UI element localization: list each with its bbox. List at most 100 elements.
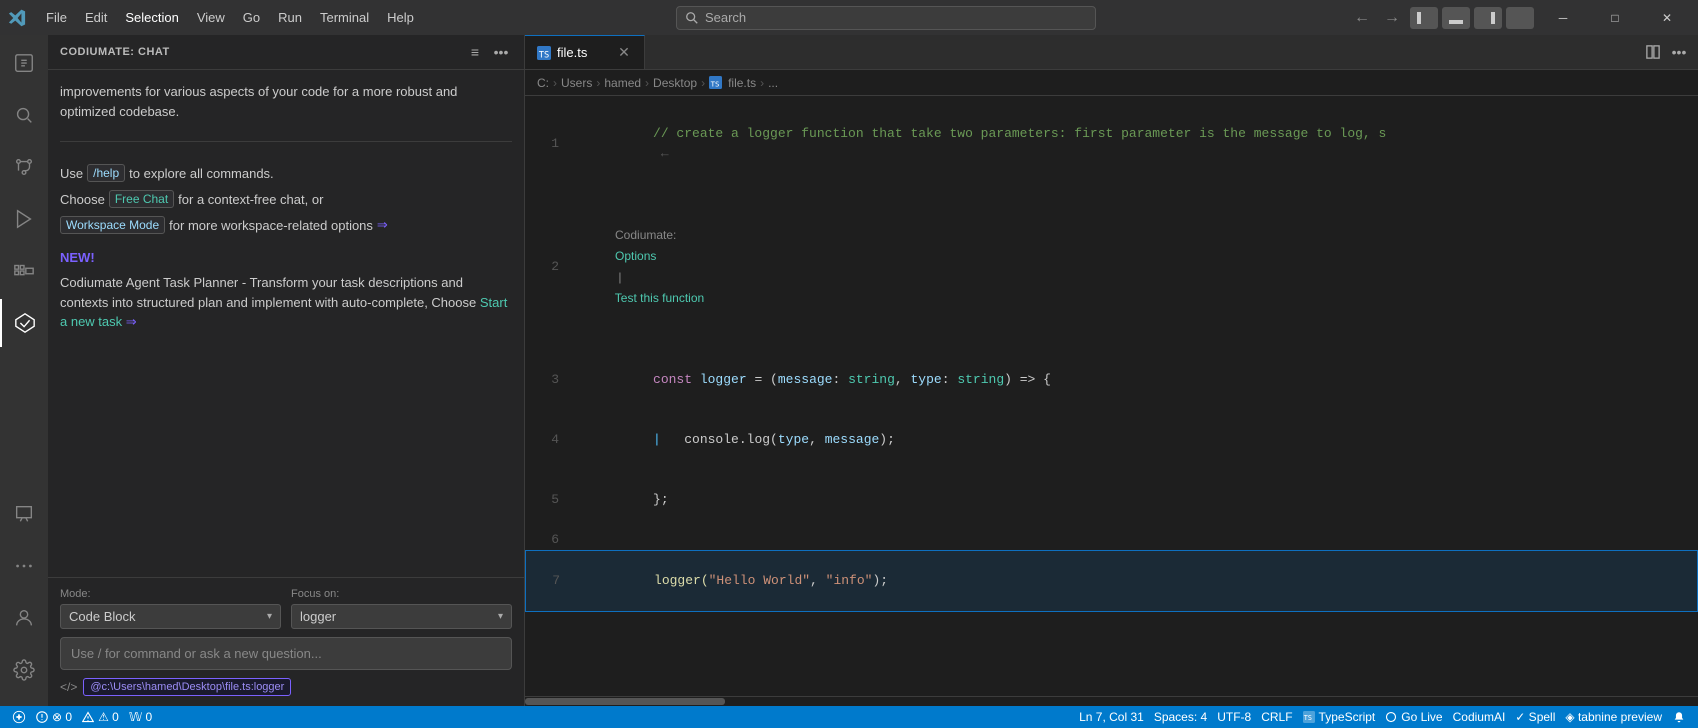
choose-text: Choose — [60, 192, 105, 207]
activity-search[interactable] — [0, 91, 48, 139]
line-num-2: 2 — [525, 257, 575, 277]
focus-label: Focus on: — [291, 588, 512, 600]
breadcrumb-c[interactable]: C: — [537, 76, 549, 90]
status-go-live[interactable]: Go Live — [1381, 706, 1446, 728]
activity-run[interactable] — [0, 195, 48, 243]
breadcrumb-users[interactable]: Users — [561, 76, 592, 90]
chat-help-section: Use /help to explore all commands. Choos… — [60, 164, 512, 332]
editor-tabs: TS file.ts ✕ ••• — [525, 35, 1698, 70]
go-live-icon — [1385, 711, 1397, 723]
status-codium-ai[interactable]: CodiumAI — [1449, 706, 1510, 728]
help-command-badge: /help — [87, 164, 125, 182]
remote-icon — [12, 710, 26, 724]
svg-text:TS: TS — [1303, 714, 1311, 722]
mode-dropdown[interactable]: Code Block ▾ — [60, 604, 281, 629]
breadcrumb-filename[interactable]: file.ts — [728, 76, 756, 90]
spaces-text: Spaces: 4 — [1154, 710, 1207, 724]
focus-dropdown[interactable]: logger ▾ — [291, 604, 512, 629]
layout-split-btn[interactable] — [1506, 7, 1534, 29]
workspace-mode-badge[interactable]: Workspace Mode — [60, 216, 165, 234]
layout-right-sidebar-btn[interactable] — [1474, 7, 1502, 29]
editor-tab-file-ts[interactable]: TS file.ts ✕ — [525, 35, 645, 69]
mode-dropdown-arrow: ▾ — [267, 611, 272, 622]
status-bar-left: ⊗ 0 ⚠ 0 𝕎 0 — [8, 706, 156, 728]
menu-edit[interactable]: Edit — [77, 6, 115, 29]
close-button[interactable]: ✕ — [1644, 0, 1690, 35]
code-line-5: 5 }; — [525, 470, 1698, 530]
breadcrumb-hamed[interactable]: hamed — [604, 76, 641, 90]
line-content-5: }; — [575, 470, 1698, 530]
breadcrumb-path-tag[interactable]: @c:\Users\hamed\Desktop\file.ts:logger — [83, 678, 291, 696]
codium-ai-text: CodiumAI — [1453, 710, 1506, 724]
line-num-4: 4 — [525, 430, 575, 450]
status-spell[interactable]: ✓ Spell — [1511, 706, 1559, 728]
code-area[interactable]: 1 // create a logger function that take … — [525, 96, 1698, 696]
breadcrumb-file-icon: TS — [709, 76, 722, 89]
status-warnings[interactable]: ⚠ 0 — [78, 706, 123, 728]
codiumate-options-link[interactable]: Options — [615, 249, 656, 263]
activity-explorer[interactable] — [0, 39, 48, 87]
minimize-button[interactable]: ─ — [1540, 0, 1586, 35]
chat-intro-message: improvements for various aspects of your… — [60, 82, 512, 127]
code-line-2: 2 Codiumate: Options | Test this functio… — [525, 184, 1698, 350]
svg-text:TS: TS — [711, 80, 720, 89]
codiumate-options-text: Codiumate: — [615, 228, 680, 242]
status-language[interactable]: TS TypeScript — [1299, 706, 1380, 728]
menu-file[interactable]: File — [38, 6, 75, 29]
chat-input-placeholder: Use / for command or ask a new question.… — [71, 646, 322, 661]
sidebar-menu-btn[interactable]: ≡ — [464, 41, 486, 63]
chat-input[interactable]: Use / for command or ask a new question.… — [60, 637, 512, 670]
status-errors[interactable]: ⊗ 0 — [32, 706, 76, 728]
status-remote[interactable] — [8, 706, 30, 728]
horizontal-scrollbar[interactable] — [525, 696, 1698, 706]
language-text: TypeScript — [1319, 710, 1376, 724]
status-notifications[interactable] — [1668, 706, 1690, 728]
nav-forward-button[interactable]: → — [1380, 9, 1404, 27]
split-editor-btn[interactable] — [1642, 41, 1664, 63]
menu-help[interactable]: Help — [379, 6, 422, 29]
activity-extensions[interactable] — [0, 247, 48, 295]
title-bar-center: Search — [430, 6, 1342, 30]
status-position[interactable]: Ln 7, Col 31 — [1075, 706, 1148, 728]
title-bar-right: ← → ─ □ ✕ — [1350, 0, 1690, 35]
menu-selection[interactable]: Selection — [117, 6, 186, 29]
codiumate-test-link[interactable]: Test this function — [615, 291, 704, 305]
menu-go[interactable]: Go — [235, 6, 268, 29]
line-num-3: 3 — [525, 370, 575, 390]
menu-view[interactable]: View — [189, 6, 233, 29]
menu-terminal[interactable]: Terminal — [312, 6, 377, 29]
error-icon — [36, 711, 48, 723]
breadcrumb-more[interactable]: ... — [768, 76, 778, 90]
code-line-7: 7 logger("Hello World", "info"); — [525, 550, 1698, 612]
position-text: Ln 7, Col 31 — [1079, 710, 1144, 724]
menu-run[interactable]: Run — [270, 6, 310, 29]
activity-settings[interactable] — [0, 646, 48, 694]
status-encoding[interactable]: UTF-8 — [1213, 706, 1255, 728]
activity-more[interactable] — [0, 542, 48, 590]
nav-back-button[interactable]: ← — [1350, 9, 1374, 27]
menu-bar: File Edit Selection View Go Run Terminal… — [38, 6, 422, 29]
activity-codiumate[interactable] — [0, 299, 48, 347]
search-bar[interactable]: Search — [676, 6, 1096, 30]
tab-close-btn[interactable]: ✕ — [616, 45, 632, 61]
maximize-button[interactable]: □ — [1592, 0, 1638, 35]
help-use-text: Use — [60, 166, 83, 181]
layout-sidebar-btn[interactable] — [1410, 7, 1438, 29]
chat-bottom: Mode: Code Block ▾ Focus on: logger ▾ Us… — [48, 577, 524, 706]
more-actions-btn[interactable]: ••• — [1668, 41, 1690, 63]
breadcrumb-code-icon: </> — [60, 680, 77, 694]
status-tabnine[interactable]: ◈ tabnine preview — [1561, 706, 1666, 728]
sidebar-more-btn[interactable]: ••• — [490, 41, 512, 63]
breadcrumb-desktop[interactable]: Desktop — [653, 76, 697, 90]
status-eol[interactable]: CRLF — [1257, 706, 1296, 728]
status-info[interactable]: 𝕎 0 — [125, 706, 156, 728]
layout-panel-btn[interactable] — [1442, 7, 1470, 29]
activity-chat[interactable] — [0, 490, 48, 538]
activity-account[interactable] — [0, 594, 48, 642]
editor-area: TS file.ts ✕ ••• C: › Users › hame — [525, 35, 1698, 706]
activity-source-control[interactable] — [0, 143, 48, 191]
status-spaces[interactable]: Spaces: 4 — [1150, 706, 1211, 728]
svg-text:TS: TS — [539, 50, 550, 60]
scrollbar-thumb[interactable] — [525, 698, 725, 705]
free-chat-badge[interactable]: Free Chat — [109, 190, 174, 208]
